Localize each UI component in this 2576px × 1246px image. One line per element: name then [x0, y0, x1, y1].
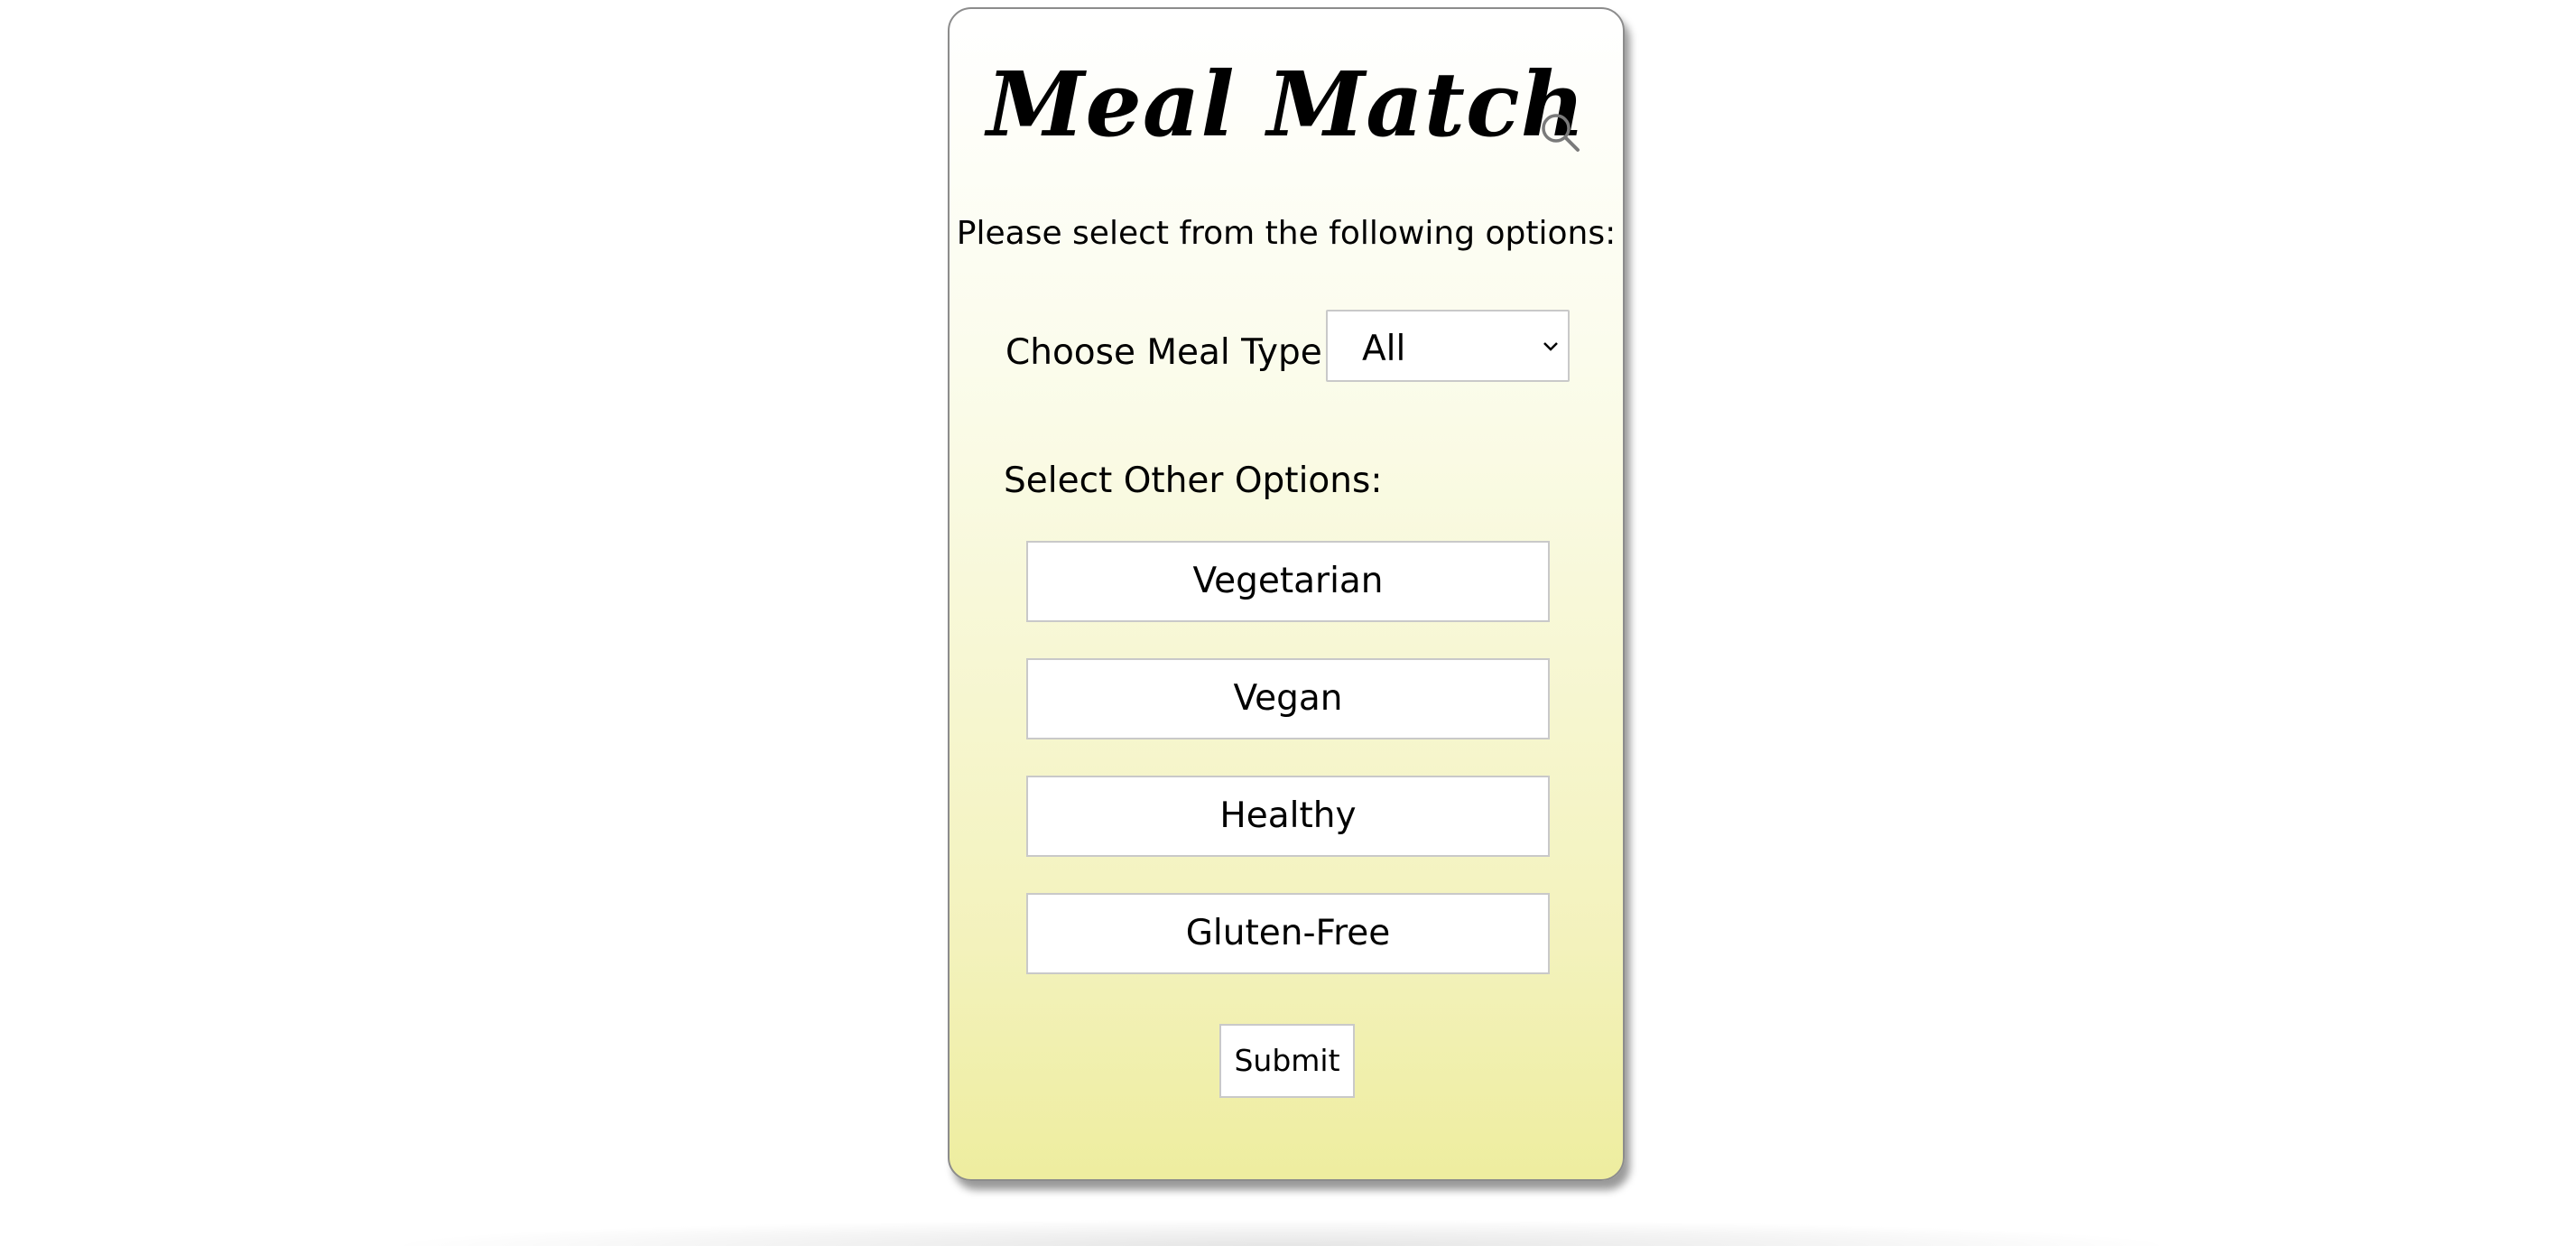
option-gluten-free-button[interactable]: Gluten-Free — [1026, 893, 1550, 974]
search-icon — [1538, 110, 1583, 155]
option-healthy-button[interactable]: Healthy — [1026, 776, 1550, 857]
app-title: Meal Match — [987, 53, 1586, 157]
chevron-down-icon — [1541, 339, 1561, 355]
page-floor-shadow — [379, 1219, 2184, 1246]
instructions-text: Please select from the following options… — [956, 215, 1617, 252]
meal-type-selected-value: All — [1362, 329, 1406, 369]
meal-match-card: Meal Match Please select from the follow… — [948, 7, 1625, 1181]
submit-button[interactable]: Submit — [1219, 1024, 1355, 1098]
option-vegan-button[interactable]: Vegan — [1026, 658, 1550, 739]
option-vegetarian-button[interactable]: Vegetarian — [1026, 541, 1550, 622]
search-button[interactable] — [1538, 110, 1583, 155]
meal-type-select[interactable]: All — [1326, 310, 1570, 382]
other-options-label: Select Other Options: — [1004, 460, 1383, 501]
meal-type-label: Choose Meal Type: — [1005, 332, 1334, 373]
